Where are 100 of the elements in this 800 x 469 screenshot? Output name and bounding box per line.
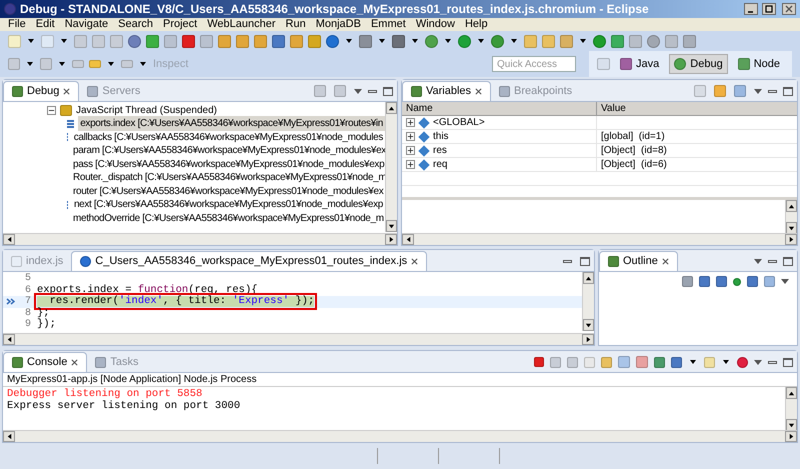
minimize-window-button[interactable]	[744, 3, 758, 15]
scroll-down-button[interactable]	[786, 222, 797, 234]
menu-item[interactable]: Run	[286, 18, 306, 31]
view-menu-icon[interactable]	[754, 88, 762, 94]
variable-name[interactable]: res	[433, 143, 447, 158]
dropdown-caret-icon[interactable]	[28, 39, 34, 43]
vertical-scrollbar[interactable]	[582, 272, 594, 331]
tree-item[interactable]: callbacks [C:¥Users¥AA558346¥workspace¥MyExpress01¥node_modules	[72, 130, 385, 145]
tree-item[interactable]: JavaScript Thread (Suspended)	[76, 103, 218, 118]
menu-item[interactable]: Window	[416, 18, 455, 31]
minimize-icon[interactable]	[768, 90, 777, 92]
expand-toggle-icon[interactable]	[406, 146, 415, 155]
column-header[interactable]: Name	[402, 102, 597, 115]
scroll-left-button[interactable]	[402, 234, 414, 245]
variable-name[interactable]: req	[433, 157, 448, 172]
tree-item[interactable]: Router._dispatch [C:¥Users¥AA558346¥workspace¥MyExpress01¥node_m	[71, 170, 388, 186]
maximize-icon[interactable]	[383, 86, 393, 96]
menu-item[interactable]: MonjaDB	[316, 18, 361, 31]
view-tab[interactable]: Outline	[599, 251, 678, 271]
dropdown-caret-icon[interactable]	[59, 62, 65, 66]
menu-item[interactable]: Emmet	[370, 18, 406, 31]
maximize-icon[interactable]	[783, 86, 793, 96]
right-arrow-icon	[788, 433, 794, 440]
dropdown-caret-icon[interactable]	[723, 360, 729, 364]
tree-item[interactable]: methodOverride [C:¥Users¥AA558346¥workspace¥MyExpress01¥node_m	[71, 210, 386, 226]
tree-item[interactable]: param [C:¥Users¥AA558346¥workspace¥MyExpress01¥node_modules¥ex	[71, 143, 388, 158]
scroll-up-button[interactable]	[583, 272, 594, 284]
horizontal-scrollbar[interactable]	[3, 333, 594, 345]
variable-name[interactable]: this	[433, 129, 449, 144]
perspective-button[interactable]: Java	[616, 54, 664, 74]
variable-name[interactable]: <GLOBAL>	[433, 115, 485, 130]
minimize-icon[interactable]	[563, 260, 572, 262]
editor-tab[interactable]: C_Users_AA558346_workspace_MyExpress01_routes_index.js	[71, 251, 428, 271]
vertical-scrollbar[interactable]	[785, 200, 797, 234]
view-menu-icon[interactable]	[781, 279, 789, 284]
view-tab[interactable]: Debug	[3, 81, 80, 101]
scroll-right-button[interactable]	[582, 334, 594, 345]
column-header[interactable]: Value	[597, 102, 797, 115]
menu-item[interactable]: File	[8, 18, 26, 31]
scroll-up-button[interactable]	[786, 387, 797, 399]
vertical-scrollbar[interactable]	[785, 387, 797, 431]
quick-access-field[interactable]: Quick Access	[492, 56, 576, 72]
scroll-right-button[interactable]	[385, 234, 397, 245]
tree-item[interactable]: next [C:¥Users¥AA558346¥workspace¥MyExpress01¥node_modules¥exp	[72, 197, 385, 212]
dropdown-caret-icon[interactable]	[445, 39, 451, 43]
dropdown-caret-icon[interactable]	[61, 39, 67, 43]
vertical-scrollbar[interactable]	[385, 102, 397, 232]
dropdown-caret-icon[interactable]	[478, 39, 484, 43]
maximize-window-button[interactable]	[762, 3, 776, 15]
scroll-right-button[interactable]	[785, 234, 797, 245]
scroll-right-button[interactable]	[785, 431, 797, 442]
scroll-down-button[interactable]	[583, 319, 594, 331]
dropdown-caret-icon[interactable]	[379, 39, 385, 43]
tree-item[interactable]: pass [C:¥Users¥AA558346¥workspace¥MyExpress01¥node_modules¥exp	[71, 156, 386, 172]
view-menu-icon[interactable]	[354, 88, 362, 94]
scroll-left-button[interactable]	[3, 234, 15, 245]
close-window-button[interactable]	[782, 3, 796, 15]
scroll-up-button[interactable]	[386, 102, 397, 114]
expand-toggle-icon[interactable]	[406, 118, 415, 127]
perspective-button[interactable]: Node	[734, 54, 784, 74]
variable-icon	[418, 130, 430, 142]
dropdown-caret-icon[interactable]	[580, 39, 586, 43]
dropdown-caret-icon[interactable]	[511, 39, 517, 43]
dropdown-caret-icon[interactable]	[690, 360, 696, 364]
minimize-icon[interactable]	[768, 360, 777, 364]
scroll-up-button[interactable]	[786, 200, 797, 212]
dropdown-caret-icon[interactable]	[346, 39, 352, 43]
variable-value: [Object] (id=8)	[600, 144, 668, 157]
collapse-toggle-icon[interactable]	[47, 106, 56, 115]
dropdown-caret-icon[interactable]	[27, 62, 33, 66]
maximize-icon[interactable]	[580, 256, 590, 266]
maximize-icon[interactable]	[783, 256, 793, 266]
scroll-down-button[interactable]	[386, 220, 397, 232]
minimize-icon[interactable]	[768, 260, 777, 262]
menu-item[interactable]: Help	[464, 18, 488, 31]
tree-item[interactable]: router [C:¥Users¥AA558346¥workspace¥MyExpress01¥node_modules¥ex	[71, 184, 386, 199]
menu-item[interactable]: Edit	[36, 18, 55, 31]
menu-item[interactable]: WebLauncher	[207, 18, 276, 31]
view-tab[interactable]: Variables	[402, 81, 492, 101]
scroll-down-button[interactable]	[786, 419, 797, 431]
maximize-icon[interactable]	[783, 358, 793, 366]
dropdown-caret-icon[interactable]	[140, 62, 146, 66]
menu-item[interactable]: Search	[118, 18, 153, 31]
tree-item[interactable]: exports.index [C:¥Users¥AA558346¥workspace¥MyExpress01¥routes¥in	[78, 116, 385, 132]
horizontal-scrollbar[interactable]	[402, 233, 797, 245]
view-menu-icon[interactable]	[754, 360, 762, 364]
scroll-left-button[interactable]	[3, 431, 15, 442]
horizontal-scrollbar[interactable]	[3, 430, 797, 442]
perspective-button[interactable]: Debug	[669, 54, 728, 74]
dropdown-caret-icon[interactable]	[108, 62, 114, 66]
view-menu-icon[interactable]	[754, 258, 762, 264]
expand-toggle-icon[interactable]	[406, 160, 415, 169]
dropdown-caret-icon[interactable]	[412, 39, 418, 43]
minimize-icon[interactable]	[368, 90, 377, 92]
view-tab[interactable]: Console	[3, 352, 88, 372]
menu-item[interactable]: Navigate	[64, 18, 108, 31]
expand-toggle-icon[interactable]	[406, 132, 415, 141]
menu-item[interactable]: Project	[162, 18, 198, 31]
horizontal-scrollbar[interactable]	[3, 233, 397, 245]
scroll-left-button[interactable]	[3, 334, 15, 345]
